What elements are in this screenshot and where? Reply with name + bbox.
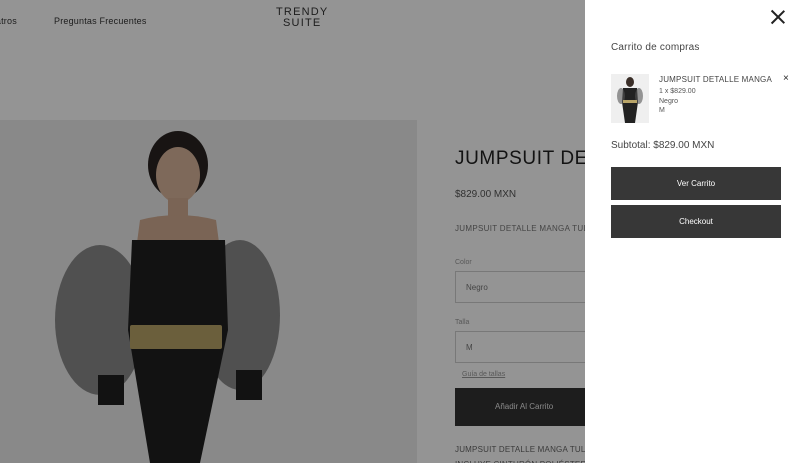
view-cart-button[interactable]: Ver Carrito [611,167,781,200]
cart-item-name[interactable]: JUMPSUIT DETALLE MANGA [659,75,772,84]
remove-item-icon[interactable]: × [783,74,789,84]
cart-item-image-icon [611,74,649,123]
cart-subtotal: Subtotal: $829.00 MXN [611,140,715,151]
cart-item-thumbnail[interactable] [611,74,649,123]
cart-item-qty-price: 1 x $829.00 [659,88,696,95]
cart-item-color: Negro [659,98,679,105]
close-icon[interactable] [770,9,786,25]
cart-title: Carrito de compras [611,42,700,53]
checkout-button[interactable]: Checkout [611,205,781,238]
cart-item-size: M [659,107,665,114]
